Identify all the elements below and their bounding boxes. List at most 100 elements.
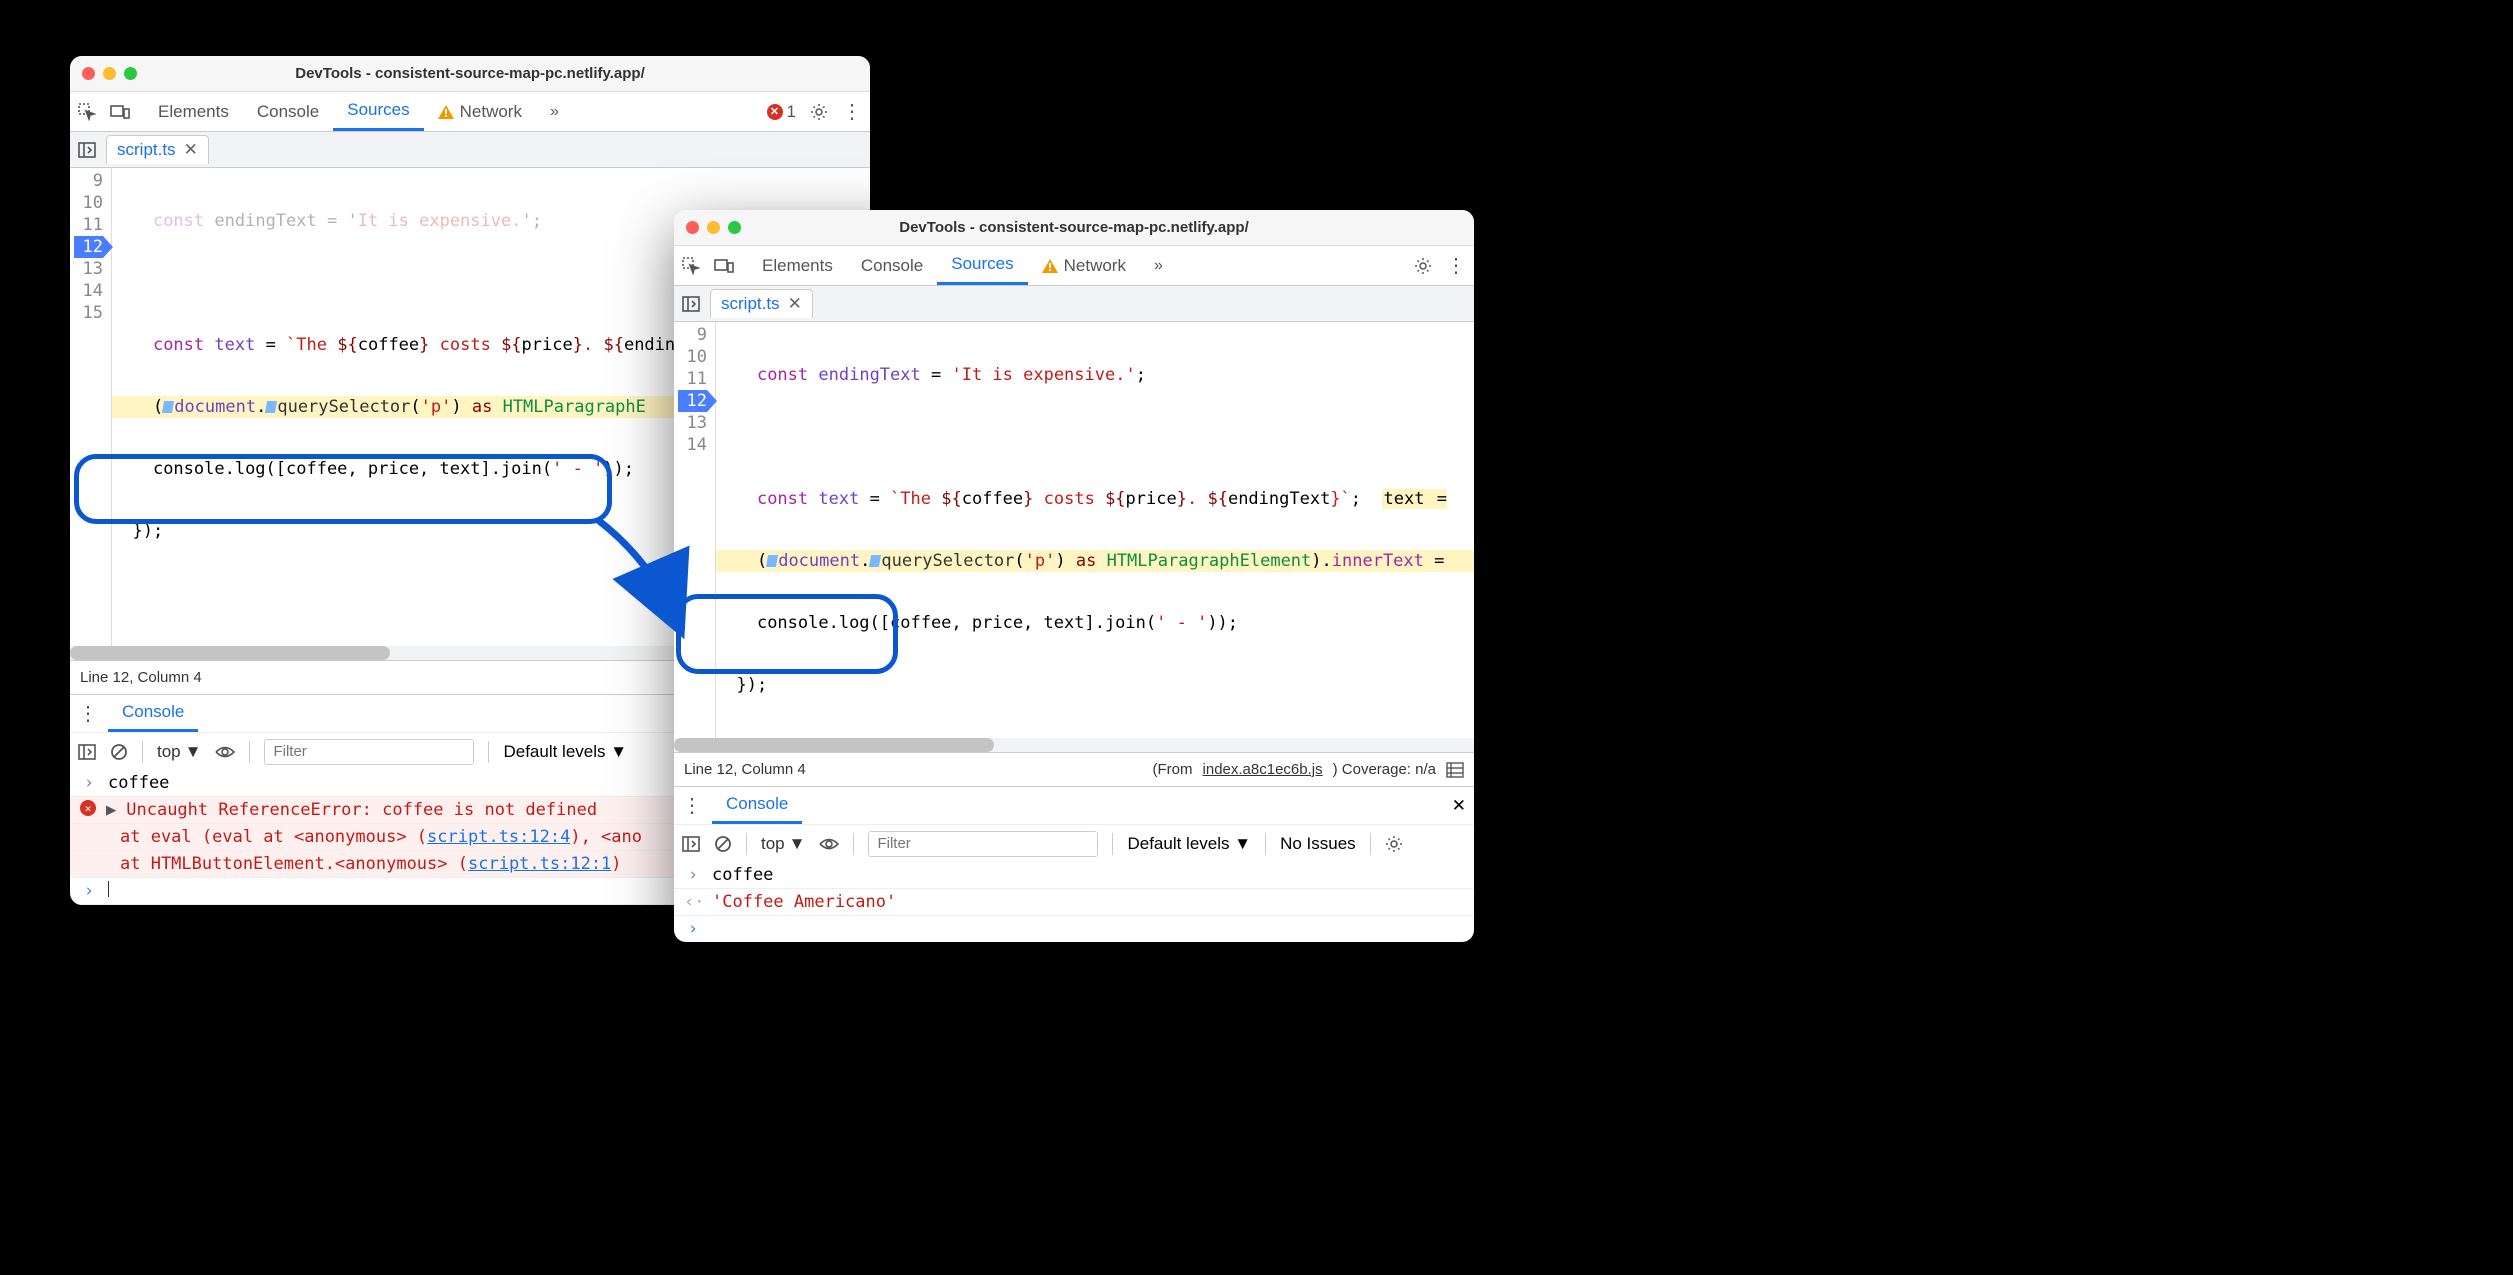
inspect-icon[interactable]	[78, 103, 96, 121]
chevron-down-icon: ▼	[185, 742, 202, 762]
error-message: Uncaught ReferenceError: coffee is not d…	[126, 800, 597, 820]
error-count: 1	[787, 102, 796, 122]
tab-network-label: Network	[1064, 256, 1126, 276]
tab-sources[interactable]: Sources	[333, 92, 423, 131]
levels-selector[interactable]: Default levels ▼	[1127, 834, 1251, 854]
expand-icon[interactable]: ▶	[106, 800, 116, 820]
scrollbar-thumb[interactable]	[674, 738, 994, 752]
chevrons-right-icon: »	[550, 103, 555, 121]
drawer-tab-console[interactable]: Console	[712, 787, 802, 824]
filter-input[interactable]	[264, 739, 474, 765]
kebab-icon[interactable]: ⋮	[1446, 253, 1466, 278]
console-toolbar: top ▼ Default levels ▼ No Issues	[674, 824, 1474, 862]
gear-icon[interactable]	[1385, 835, 1403, 853]
sidebar-toggle-icon[interactable]	[682, 836, 700, 852]
main-tabs: Elements Console Sources Network » ✕ 1 ⋮	[70, 92, 870, 132]
gear-icon[interactable]	[810, 103, 828, 121]
window-title: DevTools - consistent-source-map-pc.netl…	[674, 219, 1474, 236]
file-name: script.ts	[721, 294, 780, 314]
sourcemap-link[interactable]: index.a8c1ec6b.js	[1203, 761, 1323, 778]
file-tab-script[interactable]: script.ts ✕	[106, 135, 209, 164]
line-gutter: 9 10 11 12 13 14	[674, 322, 716, 738]
drawer-tabs: ⋮ Console ✕	[674, 786, 1474, 824]
cursor-position: Line 12, Column 4	[80, 669, 202, 686]
file-tab-bar: script.ts ✕	[70, 132, 870, 168]
console-output-text: 'Coffee Americano'	[712, 892, 896, 912]
console-prompt-row[interactable]: ›	[674, 916, 1474, 942]
context-selector[interactable]: top ▼	[761, 834, 805, 854]
tab-network-label: Network	[460, 102, 522, 122]
tabs-overflow[interactable]: »	[536, 92, 569, 131]
console-output-row: ‹· 'Coffee Americano'	[674, 889, 1474, 916]
file-tab-script[interactable]: script.ts ✕	[710, 289, 813, 318]
warning-icon	[438, 105, 454, 119]
window-title: DevTools - consistent-source-map-pc.netl…	[70, 65, 870, 82]
code-lines: const endingText = 'It is expensive.'; c…	[716, 322, 1474, 738]
code-editor[interactable]: 9 10 11 12 13 14 const endingText = 'It …	[674, 322, 1474, 738]
error-badge[interactable]: ✕ 1	[767, 102, 796, 122]
devtools-window-after: DevTools - consistent-source-map-pc.netl…	[674, 210, 1474, 942]
titlebar: DevTools - consistent-source-map-pc.netl…	[70, 56, 870, 92]
scrollbar-thumb[interactable]	[70, 646, 390, 660]
close-icon[interactable]: ✕	[788, 294, 802, 314]
trace-link[interactable]: script.ts:12:4	[427, 827, 570, 847]
issues-label[interactable]: No Issues	[1280, 834, 1356, 854]
console-input-row: › coffee	[674, 862, 1474, 889]
prompt-icon: ›	[80, 881, 98, 901]
close-icon[interactable]: ✕	[1452, 796, 1466, 816]
titlebar: DevTools - consistent-source-map-pc.netl…	[674, 210, 1474, 246]
device-icon[interactable]	[110, 104, 130, 120]
device-icon[interactable]	[714, 258, 734, 274]
warning-icon	[1042, 259, 1058, 273]
inspect-icon[interactable]	[682, 257, 700, 275]
trace-link[interactable]: script.ts:12:1	[468, 854, 611, 874]
filter-input[interactable]	[868, 831, 1098, 857]
console-output[interactable]: › coffee ‹· 'Coffee Americano' ›	[674, 862, 1474, 942]
clear-icon[interactable]	[110, 743, 128, 761]
line-gutter: 9 10 11 12 13 14 15	[70, 168, 112, 646]
file-name: script.ts	[117, 140, 176, 160]
levels-selector[interactable]: Default levels ▼	[503, 742, 627, 762]
tab-elements[interactable]: Elements	[748, 246, 847, 285]
coverage-icon[interactable]	[1446, 762, 1464, 778]
tab-console[interactable]: Console	[847, 246, 937, 285]
error-icon: ✕	[767, 104, 783, 120]
kebab-icon[interactable]: ⋮	[842, 99, 862, 124]
coverage-label: ) Coverage: n/a	[1333, 761, 1436, 778]
chevron-down-icon: ▼	[789, 834, 806, 854]
console-input-text: coffee	[712, 865, 773, 885]
close-icon[interactable]: ✕	[184, 140, 198, 160]
eye-icon[interactable]	[215, 745, 235, 759]
tabs-overflow[interactable]: »	[1140, 246, 1173, 285]
eye-icon[interactable]	[819, 837, 839, 851]
console-input-text: coffee	[108, 773, 169, 793]
prompt-icon: ›	[80, 773, 98, 793]
tab-sources[interactable]: Sources	[937, 246, 1027, 285]
sidebar-toggle-icon[interactable]	[78, 744, 96, 760]
status-bar: Line 12, Column 4 (From index.a8c1ec6b.j…	[674, 752, 1474, 786]
cursor	[108, 881, 109, 897]
cursor-position: Line 12, Column 4	[684, 761, 806, 778]
chevrons-right-icon: »	[1154, 257, 1159, 275]
drawer-tab-console[interactable]: Console	[108, 695, 198, 732]
prompt-icon: ›	[684, 919, 702, 939]
tab-network[interactable]: Network	[1028, 246, 1140, 285]
return-icon: ‹·	[684, 892, 702, 912]
error-icon: ✕	[80, 800, 96, 816]
chevron-down-icon: ▼	[1234, 834, 1251, 853]
h-scrollbar[interactable]	[674, 738, 1474, 752]
gear-icon[interactable]	[1414, 257, 1432, 275]
navigator-icon[interactable]	[78, 142, 96, 158]
context-selector[interactable]: top ▼	[157, 742, 201, 762]
chevron-down-icon: ▼	[610, 742, 627, 761]
kebab-icon[interactable]: ⋮	[78, 701, 98, 726]
clear-icon[interactable]	[714, 835, 732, 853]
file-tab-bar: script.ts ✕	[674, 286, 1474, 322]
kebab-icon[interactable]: ⋮	[682, 793, 702, 818]
navigator-icon[interactable]	[682, 296, 700, 312]
tab-network[interactable]: Network	[424, 92, 536, 131]
tab-console[interactable]: Console	[243, 92, 333, 131]
tab-elements[interactable]: Elements	[144, 92, 243, 131]
main-tabs: Elements Console Sources Network » ⋮	[674, 246, 1474, 286]
prompt-icon: ›	[684, 865, 702, 885]
